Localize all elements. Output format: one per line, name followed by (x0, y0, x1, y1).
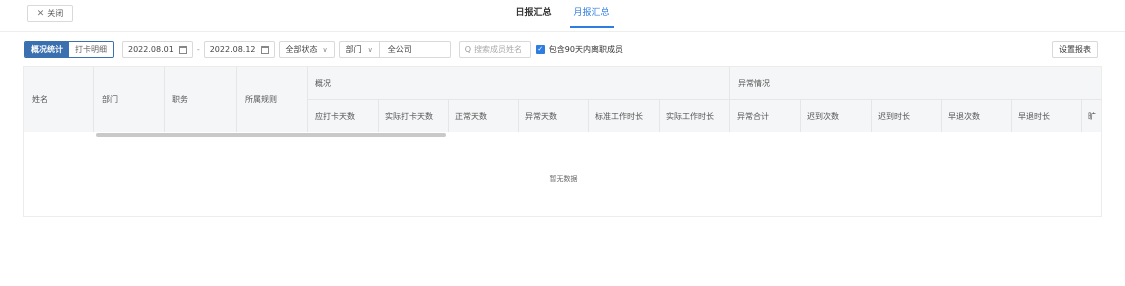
top-bar: ✕ 关闭 日报汇总 月报汇总 (0, 0, 1125, 28)
tab-monthly-summary[interactable]: 月报汇总 (569, 0, 614, 28)
column-header-rule[interactable]: 所属规则 (245, 67, 277, 132)
column-header-late-count[interactable]: 迟到次数 (800, 99, 871, 132)
column-divider (236, 67, 237, 132)
column-divider (1011, 99, 1012, 132)
column-divider (378, 99, 379, 132)
column-divider (1081, 99, 1082, 132)
column-divider (871, 99, 872, 132)
column-divider (93, 67, 94, 132)
column-header-department[interactable]: 部门 (102, 67, 118, 132)
group-header-exceptions: 异常情况 (738, 78, 770, 88)
column-divider (588, 99, 589, 132)
empty-state-text: 暂无数据 (549, 175, 578, 183)
column-header-late-duration[interactable]: 迟到时长 (871, 99, 941, 132)
column-divider (164, 67, 165, 132)
divider (0, 31, 1125, 32)
include-resigned-option[interactable]: ✓ 包含90天内离职成员 (535, 44, 623, 55)
report-settings-button[interactable]: 设置报表 (1052, 41, 1098, 58)
department-filter: 部门 ∨ 全公司 (338, 41, 451, 58)
column-divider (800, 99, 801, 132)
date-end-value: 2022.08.12 (209, 45, 256, 54)
date-end-picker[interactable]: 2022.08.12 (203, 41, 275, 58)
member-search-input[interactable]: Q 搜索成员姓名 (458, 41, 531, 58)
column-header-early-leave-count[interactable]: 早退次数 (941, 99, 1011, 132)
filter-bar: 概况统计 打卡明细 2022.08.01 - 2022.08.12 全部状态 ∨… (24, 41, 623, 58)
report-tabs: 日报汇总 月报汇总 (0, 0, 1125, 28)
column-divider (518, 99, 519, 132)
column-header-name[interactable]: 姓名 (32, 67, 48, 132)
tab-daily-summary[interactable]: 日报汇总 (511, 0, 555, 28)
chevron-down-icon: ∨ (322, 45, 328, 54)
group-header-overview: 概况 (315, 78, 331, 88)
calendar-icon (260, 45, 269, 54)
department-select[interactable]: 部门 ∨ (340, 42, 380, 57)
table-header: 姓名 部门 职务 所属规则 概况 异常情况 应打卡天数 实际打卡天数 正常天数 … (24, 67, 1101, 132)
tab-clockin-details[interactable]: 打卡明细 (69, 42, 113, 57)
column-header-normal-days[interactable]: 正常天数 (448, 99, 518, 132)
date-start-picker[interactable]: 2022.08.01 (122, 41, 193, 58)
column-divider (448, 99, 449, 132)
view-toggle: 概况统计 打卡明细 (24, 41, 114, 58)
tab-overview-stats[interactable]: 概况统计 (25, 42, 69, 57)
include-resigned-label: 包含90天内离职成员 (548, 45, 623, 54)
column-header-absence[interactable]: 旷 (1081, 99, 1101, 132)
summary-table: 姓名 部门 职务 所属规则 概况 异常情况 应打卡天数 实际打卡天数 正常天数 … (23, 66, 1102, 217)
column-header-actual-hours[interactable]: 实际工作时长 (659, 99, 729, 132)
status-select[interactable]: 全部状态 ∨ (278, 41, 335, 58)
column-header-actual-days[interactable]: 实际打卡天数 (378, 99, 448, 132)
column-divider (941, 99, 942, 132)
column-header-standard-hours[interactable]: 标准工作时长 (588, 99, 659, 132)
checkbox-checked-icon[interactable]: ✓ (535, 45, 545, 54)
horizontal-scrollbar[interactable] (96, 133, 446, 137)
column-header-position[interactable]: 职务 (172, 67, 188, 132)
column-header-early-leave-duration[interactable]: 早退时长 (1011, 99, 1081, 132)
department-label: 部门 (345, 45, 362, 54)
column-divider (659, 99, 660, 132)
calendar-icon (178, 45, 187, 54)
search-placeholder: 搜索成员姓名 (474, 45, 523, 54)
column-header-abnormal-days[interactable]: 异常天数 (518, 99, 588, 132)
column-header-required-days[interactable]: 应打卡天数 (308, 99, 378, 132)
column-header-exception-total[interactable]: 异常合计 (730, 99, 800, 132)
status-select-value: 全部状态 (285, 45, 318, 54)
date-range-separator: - (196, 45, 200, 54)
search-icon: Q (464, 45, 472, 54)
department-value[interactable]: 全公司 (380, 42, 450, 57)
date-start-value: 2022.08.01 (128, 45, 174, 54)
chevron-down-icon: ∨ (367, 45, 373, 54)
